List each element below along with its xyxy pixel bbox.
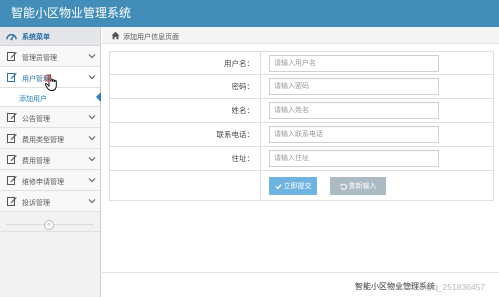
password-input[interactable] <box>269 78 439 95</box>
edit-icon <box>7 73 17 82</box>
footer-divider <box>102 272 499 273</box>
submit-button-label: 立即提交 <box>283 183 312 190</box>
sidebar-item-notice-management[interactable]: 公告管理 <box>0 107 100 128</box>
reset-button-label: 重新输入 <box>348 183 377 190</box>
edit-icon <box>7 155 17 164</box>
chevron-down-icon <box>88 157 96 162</box>
address-input[interactable] <box>269 150 439 167</box>
username-label: 用户名： <box>110 52 261 75</box>
actions-label-cell <box>110 171 261 200</box>
chevron-down-icon <box>88 199 96 204</box>
sidebar-item-repair-management[interactable]: 维修申请管理 <box>0 170 100 191</box>
edit-icon <box>7 134 17 143</box>
sidebar-item-fee-management[interactable]: 费用管理 <box>0 149 100 170</box>
chevron-down-icon <box>88 178 96 183</box>
edit-icon <box>7 197 17 206</box>
chevron-down-icon <box>88 115 96 120</box>
sidebar-item-fee-type-management[interactable]: 费用类型管理 <box>0 128 100 149</box>
add-user-form: 用户名： 密码： 姓名： 联系电话： 住址： 立即提交 重新输入 <box>109 51 494 201</box>
sidebar-item-label: 管理员管理 <box>22 55 57 62</box>
chevron-down-icon <box>88 136 96 141</box>
collapse-sidebar-button[interactable]: « <box>44 220 54 230</box>
username-input[interactable] <box>269 55 439 72</box>
sidebar-header-label: 系统菜单 <box>22 34 50 41</box>
active-pointer-icon <box>96 92 101 102</box>
app-title: 智能小区物业管理系统 <box>11 6 132 20</box>
sidebar-collapse-bar: « <box>0 218 100 232</box>
edit-icon <box>7 176 17 185</box>
sidebar-item-label: 维修申请管理 <box>22 179 64 186</box>
form-row-username: 用户名： <box>109 51 494 75</box>
address-label: 住址： <box>110 147 261 170</box>
name-label: 姓名： <box>110 99 261 122</box>
speedometer-icon <box>6 34 17 41</box>
home-icon <box>111 31 120 40</box>
top-bar: 智能小区物业管理系统 <box>0 0 499 27</box>
sidebar-item-label: 公告管理 <box>22 116 50 123</box>
undo-icon <box>339 183 347 190</box>
double-chevron-left-icon: « <box>47 221 51 228</box>
submit-button[interactable]: 立即提交 <box>269 177 317 195</box>
edit-icon <box>7 113 17 122</box>
phone-label: 联系电话： <box>110 123 261 146</box>
sidebar-item-label: 费用管理 <box>22 158 50 165</box>
breadcrumb: 添加用户信息页面 <box>102 27 499 44</box>
form-row-name: 姓名： <box>109 99 494 123</box>
sidebar-item-admin-management[interactable]: 管理员管理 <box>0 46 100 67</box>
chevron-down-icon <box>88 54 96 59</box>
form-row-password: 密码： <box>109 75 494 99</box>
hand-cursor-icon <box>44 74 57 91</box>
phone-input[interactable] <box>269 126 439 143</box>
form-row-phone: 联系电话： <box>109 123 494 147</box>
sidebar-subitem-label: 添加用户 <box>19 96 47 103</box>
form-row-actions: 立即提交 重新输入 <box>109 171 494 201</box>
sidebar-item-label: 投诉管理 <box>22 200 50 207</box>
form-row-address: 住址： <box>109 147 494 171</box>
check-icon <box>274 183 282 189</box>
reset-button[interactable]: 重新输入 <box>330 177 386 195</box>
chevron-down-icon <box>88 75 96 80</box>
watermark: CSDN @q_251836457 <box>398 282 486 292</box>
edit-icon <box>7 52 17 61</box>
sidebar-header: 系统菜单 <box>0 27 100 46</box>
breadcrumb-text: 添加用户信息页面 <box>123 34 179 41</box>
sidebar-item-complaint-management[interactable]: 投诉管理 <box>0 191 100 212</box>
password-label: 密码： <box>110 75 261 98</box>
name-input[interactable] <box>269 102 439 119</box>
sidebar-item-label: 费用类型管理 <box>22 137 64 144</box>
sidebar: 系统菜单 管理员管理 用户管理 添加用户 公告管理 费用类型管理 费用管理 维修… <box>0 27 101 297</box>
